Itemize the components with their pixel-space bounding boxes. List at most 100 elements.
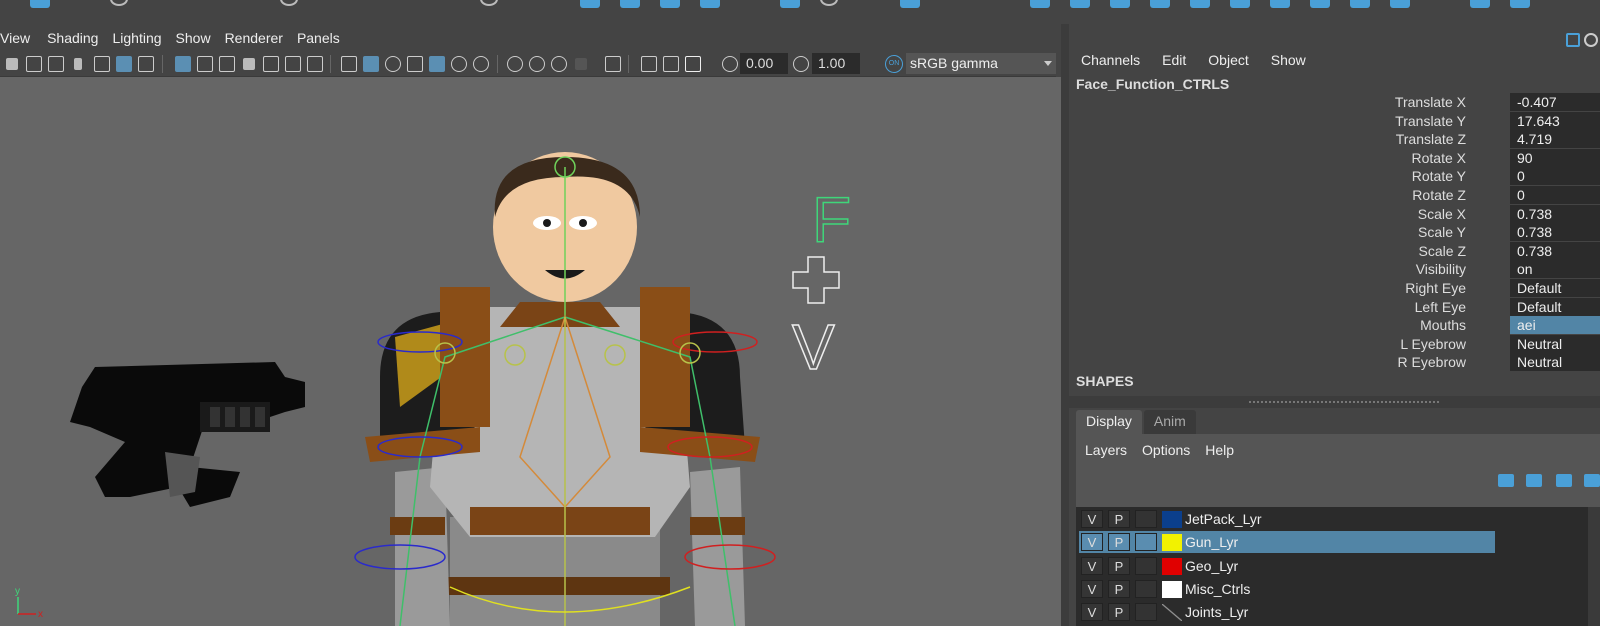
channel-value-field[interactable]: 0 bbox=[1510, 186, 1600, 204]
lock-camera-icon[interactable] bbox=[26, 56, 42, 72]
gamma-field[interactable]: 1.00 bbox=[812, 53, 860, 74]
channel-value-field[interactable]: 0.738 bbox=[1510, 204, 1600, 223]
anti-aliasing-icon[interactable] bbox=[551, 56, 567, 72]
textured-icon[interactable] bbox=[429, 56, 445, 72]
channel-label[interactable]: Scale X bbox=[1418, 206, 1466, 222]
channel-row[interactable]: Visibility on bbox=[1069, 260, 1600, 279]
wireframe-on-shaded-icon[interactable] bbox=[407, 56, 423, 72]
xray-active-components-icon[interactable] bbox=[663, 56, 679, 72]
layer-row[interactable]: V P JetPack_Lyr bbox=[1079, 508, 1495, 530]
playback-toggle[interactable]: P bbox=[1108, 579, 1130, 598]
shelf-tool-icon[interactable] bbox=[780, 0, 800, 8]
channel-label[interactable]: Rotate Y bbox=[1412, 168, 1466, 184]
modeling-toolkit-icon[interactable] bbox=[1584, 33, 1598, 47]
menu-options[interactable]: Options bbox=[1142, 442, 1190, 458]
menu-object[interactable]: Object bbox=[1208, 52, 1248, 68]
channel-row[interactable]: Left Eye Default bbox=[1069, 297, 1600, 317]
menu-edit[interactable]: Edit bbox=[1162, 52, 1186, 68]
character-model[interactable] bbox=[354, 152, 776, 626]
playback-toggle[interactable]: P bbox=[1108, 556, 1130, 575]
isolate-select-icon[interactable] bbox=[605, 56, 621, 72]
menu-renderer[interactable]: Renderer bbox=[225, 30, 297, 46]
shelf-tool-icon[interactable] bbox=[1390, 0, 1410, 8]
channel-label[interactable]: Translate Y bbox=[1395, 113, 1466, 129]
xray-joints-icon[interactable] bbox=[685, 56, 701, 72]
channel-value-field[interactable]: Neutral bbox=[1510, 334, 1600, 353]
channel-value-field[interactable]: 4.719 bbox=[1510, 130, 1600, 149]
menu-shading[interactable]: Shading bbox=[39, 30, 112, 46]
channel-label[interactable]: Mouths bbox=[1420, 317, 1466, 333]
grid-icon[interactable] bbox=[175, 56, 191, 72]
exposure-field[interactable]: 0.00 bbox=[740, 53, 788, 74]
screen-space-ao-icon[interactable] bbox=[507, 56, 523, 72]
layer-name[interactable]: Geo_Lyr bbox=[1185, 558, 1238, 574]
viewport-canvas[interactable]: F V y x bbox=[0, 77, 1061, 626]
safe-title-icon[interactable] bbox=[307, 56, 323, 72]
channel-label[interactable]: Translate Z bbox=[1396, 131, 1466, 147]
channel-value-field[interactable]: 90 bbox=[1510, 148, 1600, 167]
visibility-toggle[interactable]: V bbox=[1081, 579, 1103, 598]
color-management-toggle[interactable]: ON bbox=[885, 55, 903, 73]
object-name[interactable]: Face_Function_CTRLS bbox=[1076, 76, 1229, 92]
safe-action-icon[interactable] bbox=[285, 56, 301, 72]
motion-blur-icon[interactable] bbox=[529, 56, 545, 72]
visibility-toggle[interactable]: V bbox=[1081, 510, 1103, 528]
shelf-tool-icon[interactable] bbox=[110, 0, 128, 6]
channel-label[interactable]: Scale Y bbox=[1418, 224, 1466, 240]
image-plane-icon[interactable] bbox=[94, 56, 110, 72]
camera-attributes-icon[interactable] bbox=[48, 56, 64, 72]
shelf-tool-icon[interactable] bbox=[1150, 0, 1170, 8]
menu-panels[interactable]: Panels bbox=[297, 30, 349, 46]
exposure-icon[interactable] bbox=[722, 56, 738, 72]
channel-row[interactable]: Rotate Z 0 bbox=[1069, 186, 1600, 205]
channel-label[interactable]: Right Eye bbox=[1405, 280, 1466, 296]
shapes-header[interactable]: SHAPES bbox=[1076, 373, 1134, 389]
display-type-toggle[interactable] bbox=[1135, 556, 1157, 575]
display-type-toggle[interactable] bbox=[1135, 510, 1157, 528]
shelf-tool-icon[interactable] bbox=[900, 0, 920, 8]
layer-color-swatch[interactable] bbox=[1162, 557, 1182, 575]
move-layer-up-icon[interactable] bbox=[1498, 474, 1514, 487]
tab-anim[interactable]: Anim bbox=[1143, 410, 1196, 434]
layer-color-swatch[interactable] bbox=[1162, 580, 1182, 598]
xray-icon[interactable] bbox=[641, 56, 657, 72]
layer-list-scrollbar[interactable] bbox=[1588, 507, 1600, 626]
gate-mask-icon[interactable] bbox=[243, 58, 255, 70]
channel-row[interactable]: Scale Z 0.738 bbox=[1069, 241, 1600, 261]
shelf-tool-icon[interactable] bbox=[1110, 0, 1130, 8]
shelf-tool-icon[interactable] bbox=[580, 0, 600, 8]
layer-row[interactable]: V P Joints_Lyr bbox=[1079, 601, 1495, 623]
channel-label[interactable]: Visibility bbox=[1416, 261, 1466, 277]
menu-channels[interactable]: Channels bbox=[1081, 52, 1140, 68]
shelf-tool-icon[interactable] bbox=[1350, 0, 1370, 8]
layer-row[interactable]: V P Misc_Ctrls bbox=[1079, 578, 1495, 600]
shelf-tool-icon[interactable] bbox=[1230, 0, 1250, 8]
tool-settings-icon[interactable] bbox=[1566, 33, 1580, 47]
display-type-toggle[interactable] bbox=[1135, 579, 1157, 598]
visibility-toggle[interactable]: V bbox=[1081, 556, 1103, 575]
shelf-tool-icon[interactable] bbox=[620, 0, 640, 8]
field-chart-icon[interactable] bbox=[263, 56, 279, 72]
shelf-tool-icon[interactable] bbox=[1310, 0, 1330, 8]
menu-view[interactable]: View bbox=[0, 30, 39, 46]
shelf-tool-icon[interactable] bbox=[1070, 0, 1090, 8]
grease-pencil-icon[interactable] bbox=[138, 56, 154, 72]
use-all-lights-icon[interactable] bbox=[451, 56, 467, 72]
menu-lighting[interactable]: Lighting bbox=[112, 30, 175, 46]
menu-show[interactable]: Show bbox=[1271, 52, 1306, 68]
layer-name[interactable]: Misc_Ctrls bbox=[1185, 581, 1250, 597]
smooth-shade-icon[interactable] bbox=[363, 56, 379, 72]
channel-value-field[interactable]: Default bbox=[1510, 279, 1600, 297]
shelf-tool-icon[interactable] bbox=[1190, 0, 1210, 8]
channel-row[interactable]: Mouths aei bbox=[1069, 316, 1600, 335]
panel-splitter[interactable] bbox=[1061, 24, 1069, 626]
layer-name[interactable]: Gun_Lyr bbox=[1185, 534, 1238, 550]
channel-row[interactable]: Rotate Y 0 bbox=[1069, 167, 1600, 186]
layer-color-swatch[interactable] bbox=[1162, 604, 1182, 622]
display-type-toggle[interactable] bbox=[1135, 533, 1157, 552]
playback-toggle[interactable]: P bbox=[1108, 510, 1130, 528]
new-layer-selected-icon[interactable] bbox=[1584, 474, 1600, 487]
menu-show[interactable]: Show bbox=[176, 30, 225, 46]
shelf-tool-icon[interactable] bbox=[480, 0, 498, 6]
film-gate-icon[interactable] bbox=[197, 56, 213, 72]
